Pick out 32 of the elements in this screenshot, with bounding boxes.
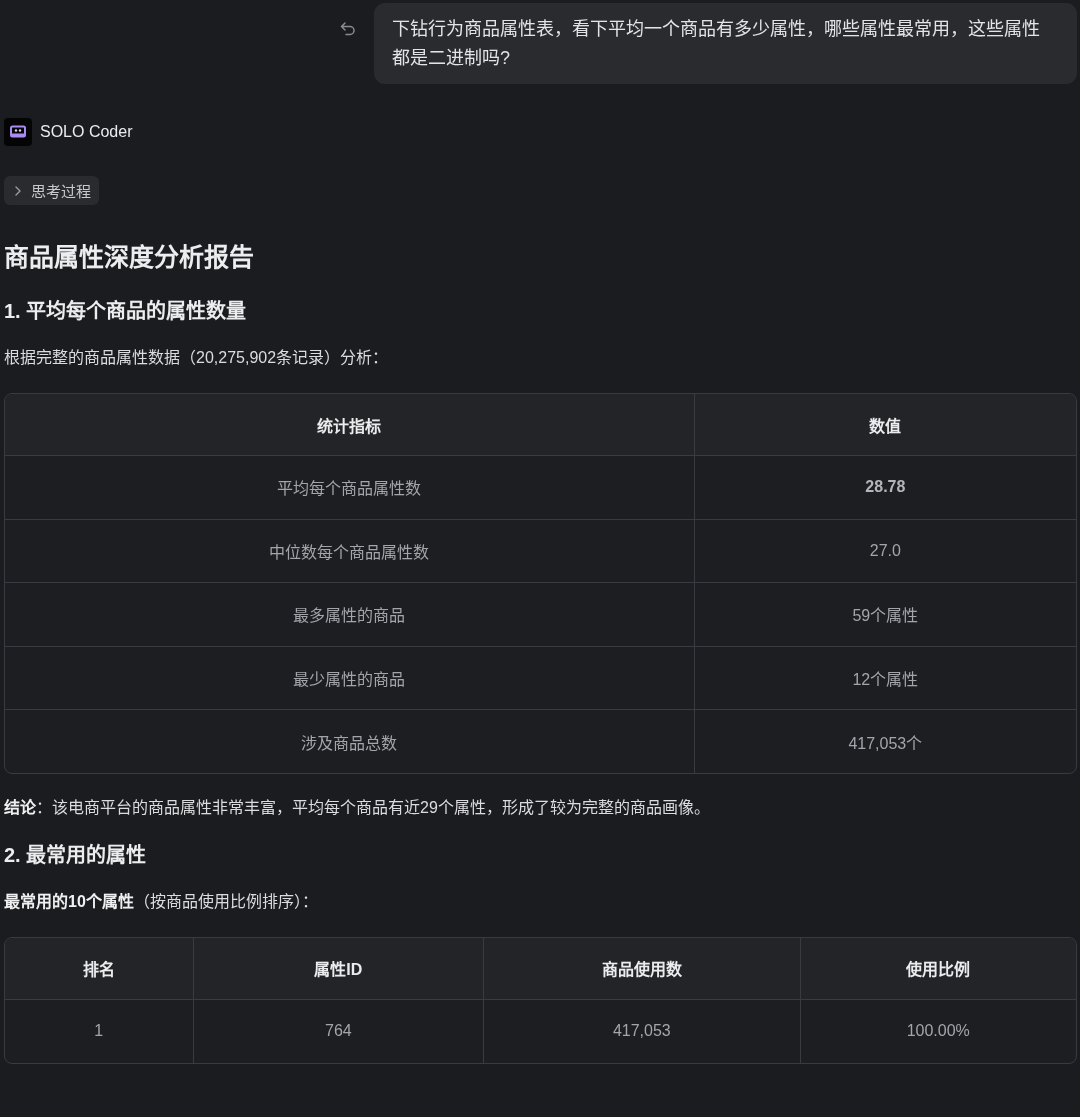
column-header: 商品使用数 bbox=[484, 937, 801, 1000]
report-title: 商品属性深度分析报告 bbox=[4, 242, 255, 273]
agent-name: SOLO Coder bbox=[40, 123, 133, 141]
table-cell: 59个属性 bbox=[694, 583, 1076, 647]
thinking-toggle[interactable]: 思考过程 bbox=[4, 176, 99, 205]
column-header: 数值 bbox=[694, 394, 1076, 456]
paragraph: 最常用的10个属性（按商品使用比例排序）： bbox=[4, 891, 319, 912]
paragraph: 结论：该电商平台的商品属性非常丰富，平均每个商品有近29个属性，形成了较为完整的商品画像。 bbox=[4, 797, 711, 818]
table-cell: 12个属性 bbox=[694, 646, 1076, 711]
column-header: 统计指标 bbox=[5, 394, 695, 456]
section-heading: 2. 最常用的属性 bbox=[4, 842, 148, 868]
section-heading: 1. 平均每个商品的属性数量 bbox=[4, 299, 248, 324]
table-cell: 中位数每个商品属性数 bbox=[5, 519, 695, 584]
table-cell: 28.78 bbox=[694, 456, 1076, 520]
table-cell: 最少属性的商品 bbox=[5, 646, 695, 711]
table-cell-text: 417,053个 bbox=[847, 733, 924, 754]
paragraph: 根据完整的商品属性数据（20,275,902条记录）分析： bbox=[4, 348, 390, 368]
undo-icon[interactable] bbox=[340, 22, 356, 36]
user-message: 下钻行为商品属性表，看下平均一个商品有多少属性，哪些属性最常用，这些属性都是二进制吗? bbox=[374, 3, 1077, 84]
chevron-icon bbox=[15, 185, 21, 196]
table-cell: 平均每个商品属性数 bbox=[5, 456, 695, 520]
monitor-logo-icon bbox=[4, 118, 32, 146]
table-cell: 最多属性的商品 bbox=[5, 583, 695, 647]
table-cell: 涉及商品总数 bbox=[5, 710, 695, 773]
column-header: 属性ID bbox=[193, 937, 485, 1000]
table-cell: 417,053 bbox=[484, 999, 801, 1063]
table-cell: 764 bbox=[193, 999, 485, 1063]
table-cell: 27.0 bbox=[694, 519, 1076, 584]
column-header: 使用比例 bbox=[800, 937, 1076, 1000]
table-cell: 1 bbox=[5, 999, 194, 1063]
column-header: 排名 bbox=[5, 937, 194, 1000]
table-cell-text: 100.00% bbox=[905, 1021, 971, 1042]
